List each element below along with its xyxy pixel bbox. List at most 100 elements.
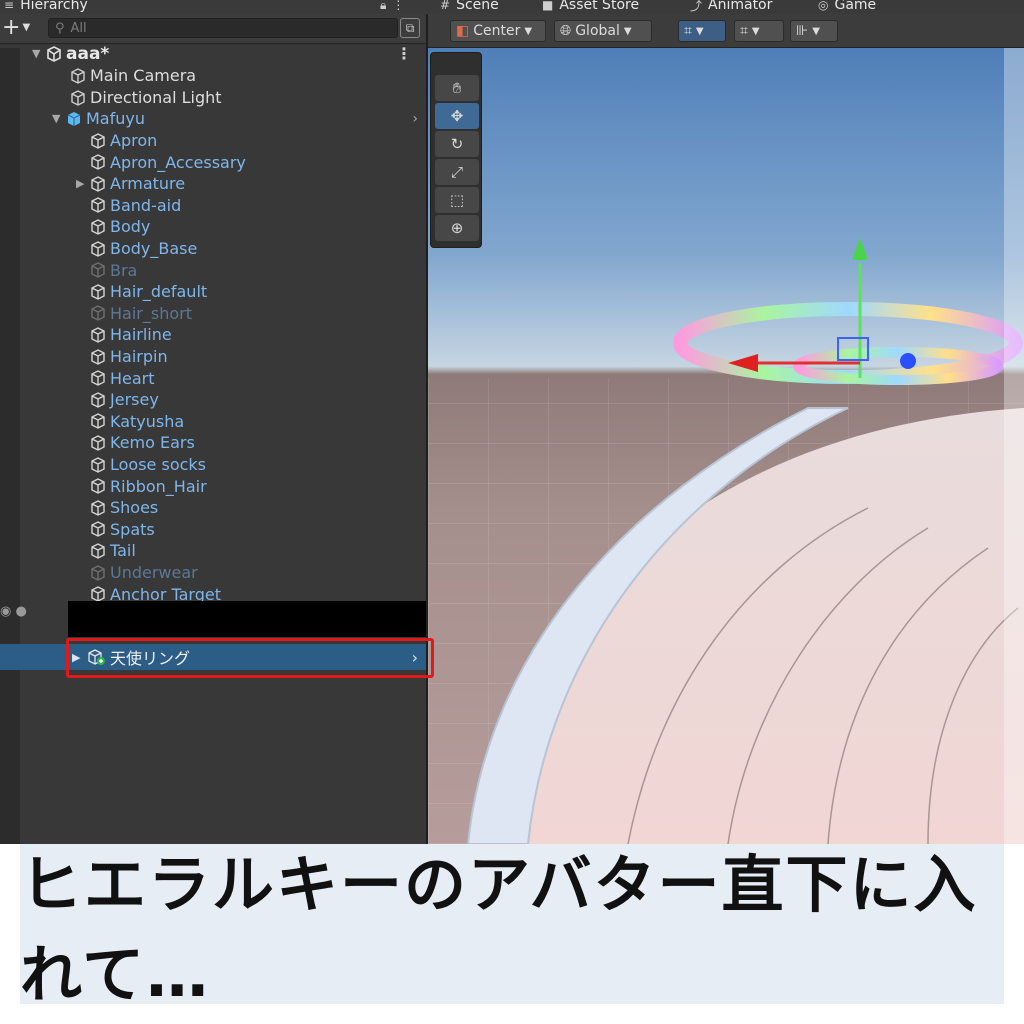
- prefab-icon: [66, 111, 82, 127]
- hierarchy-child-item[interactable]: Hairline: [20, 324, 426, 345]
- gameobject-icon: [70, 89, 86, 106]
- eye-icon[interactable]: ◉ ●: [0, 604, 32, 624]
- hierarchy-child-item[interactable]: Hair_default: [20, 281, 426, 302]
- hierarchy-child-label: Shoes: [110, 498, 159, 518]
- chevron-down-icon: ▼: [751, 25, 760, 37]
- hierarchy-child-item[interactable]: Kemo Ears: [20, 432, 426, 453]
- gameobject-icon: [90, 197, 106, 214]
- globe-icon: 🌐︎: [560, 23, 572, 39]
- hierarchy-child-item[interactable]: Body: [20, 216, 426, 237]
- chevron-down-icon: ▼: [695, 25, 704, 37]
- kebab-menu-icon[interactable]: ⋮: [392, 0, 404, 12]
- hierarchy-child-item[interactable]: Katyusha: [20, 411, 426, 432]
- hierarchy-child-label: Ribbon_Hair: [110, 476, 207, 496]
- hierarchy-child-label: Apron_Accessary: [110, 152, 246, 172]
- add-object-button[interactable]: + ▼: [2, 16, 38, 40]
- gameobject-icon: [90, 435, 106, 451]
- tab-hierarchy[interactable]: ≡ Hierarchy: [4, 0, 88, 13]
- hierarchy-item[interactable]: Main Camera: [20, 65, 426, 86]
- chevron-down-icon: ▼: [623, 25, 632, 37]
- shopping-bag-icon: ■: [542, 0, 554, 12]
- expand-arrow-icon[interactable]: ▼: [32, 47, 46, 60]
- hierarchy-child-item[interactable]: Ribbon_Hair: [20, 476, 426, 497]
- list-icon: ≡: [4, 0, 15, 12]
- visibility-column[interactable]: [0, 48, 20, 844]
- space-mode-dropdown[interactable]: 🌐︎ Global ▼: [554, 20, 652, 42]
- avatar-row[interactable]: ▼ Mafuyu ›: [20, 108, 426, 129]
- hierarchy-child-item[interactable]: Bra: [20, 260, 426, 281]
- hierarchy-child-label: Jersey: [110, 390, 159, 410]
- hierarchy-child-item[interactable]: Loose socks: [20, 454, 426, 475]
- hierarchy-child-item[interactable]: Body_Base: [20, 238, 426, 259]
- ruler-toggle[interactable]: ⊪ ▼: [790, 20, 838, 42]
- chevron-down-icon: ▼: [524, 25, 533, 37]
- search-input[interactable]: ⚲ All: [48, 18, 398, 38]
- gameobject-icon: [90, 521, 106, 538]
- move-tool-icon[interactable]: ✥: [435, 103, 479, 129]
- unity-scene-icon: [46, 45, 62, 62]
- grid-snap-toggle[interactable]: ⌗ ▼: [678, 20, 726, 42]
- lock-icon[interactable]: 🔒︎: [380, 0, 386, 13]
- hierarchy-child-label: Heart: [110, 368, 155, 388]
- hierarchy-child-label: Band-aid: [110, 195, 182, 215]
- increment-snap-toggle[interactable]: ⌗ ▼: [734, 20, 784, 42]
- scene-render: [466, 238, 1024, 844]
- transform-tool-icon[interactable]: ⊕: [435, 215, 479, 241]
- gameobject-icon: [90, 327, 106, 343]
- rect-tool-icon[interactable]: ⬚: [435, 187, 479, 213]
- chevron-down-icon: ▼: [22, 22, 31, 33]
- gameobject-icon: [90, 348, 106, 365]
- hierarchy-child-item[interactable]: Hair_short: [20, 303, 426, 324]
- hierarchy-child-item[interactable]: Tail: [20, 540, 426, 561]
- hierarchy-child-label: Hair_default: [110, 282, 208, 302]
- gameobject-icon: [90, 262, 106, 278]
- hierarchy-item[interactable]: Directional Light: [20, 87, 426, 108]
- search-icon: ⚲: [55, 20, 65, 36]
- hierarchy-child-item[interactable]: Apron: [20, 130, 426, 151]
- hierarchy-child-item[interactable]: Heart: [20, 368, 426, 389]
- hand-tool-icon[interactable]: ✋︎: [435, 75, 479, 101]
- tab-animator[interactable]: ⤴ Animator: [690, 0, 772, 13]
- hierarchy-child-item[interactable]: Jersey: [20, 389, 426, 410]
- gameobject-icon: [90, 305, 106, 322]
- tab-menu[interactable]: 🔒︎ ⋮: [380, 0, 404, 13]
- gameobject-icon: [90, 154, 106, 170]
- hierarchy-child-item[interactable]: Apron_Accessary: [20, 152, 426, 173]
- scene-toolbar: ◧ Center ▼ 🌐︎ Global ▼ ⌗ ▼ ⌗ ▼ ⊪ ▼: [428, 14, 1024, 48]
- search-options-button[interactable]: ⧉: [400, 18, 420, 38]
- chevron-right-icon[interactable]: ›: [412, 111, 418, 127]
- rotate-tool-icon[interactable]: ↻: [435, 131, 479, 157]
- scale-tool-icon[interactable]: ⤢: [435, 159, 479, 185]
- halo-ring: [673, 302, 1023, 384]
- hierarchy-child-item[interactable]: Underwear: [20, 562, 426, 583]
- tab-scene[interactable]: # Scene: [440, 0, 499, 13]
- gameobject-icon: [70, 67, 86, 84]
- hierarchy-child-label: Underwear: [110, 563, 198, 582]
- hierarchy-child-label: Body_Base: [110, 239, 198, 258]
- hierarchy-child-item[interactable]: Hairpin: [20, 346, 426, 367]
- scene-root-row[interactable]: ▼ aaa* ⋮: [20, 43, 426, 64]
- hierarchy-child-item[interactable]: Band-aid: [20, 195, 426, 216]
- tab-asset-store[interactable]: ■ Asset Store: [542, 0, 639, 13]
- caption-text: ヒエラルキーのアバター直下に入れて…: [20, 844, 1004, 1011]
- hierarchy-child-label: Tail: [110, 541, 136, 561]
- hierarchy-child-item[interactable]: ▶ Armature: [20, 173, 426, 194]
- gameobject-icon: [90, 283, 106, 300]
- expand-arrow-icon[interactable]: ▼: [52, 112, 66, 125]
- caption-margin: [1004, 844, 1024, 1024]
- hierarchy-child-label: Loose socks: [110, 455, 206, 474]
- scene-edge-overlay: [1004, 48, 1024, 844]
- expand-arrow-icon[interactable]: ▶: [76, 177, 90, 190]
- tab-game[interactable]: ◎ Game: [818, 0, 876, 13]
- hierarchy-child-item[interactable]: Shoes: [20, 497, 426, 518]
- ruler-icon: ⊪: [796, 23, 809, 39]
- pivot-mode-dropdown[interactable]: ◧ Center ▼: [450, 20, 546, 42]
- hierarchy-child-label: Spats: [110, 519, 155, 539]
- gizmo-z-handle: [900, 353, 916, 369]
- scene-viewport[interactable]: [428, 48, 1024, 844]
- chevron-down-icon: ▼: [812, 25, 820, 37]
- hierarchy-child-item[interactable]: Spats: [20, 519, 426, 540]
- kebab-menu-icon[interactable]: ⋮: [396, 44, 412, 63]
- increment-snap-icon: ⌗: [740, 23, 748, 39]
- gameobject-icon: [90, 391, 106, 408]
